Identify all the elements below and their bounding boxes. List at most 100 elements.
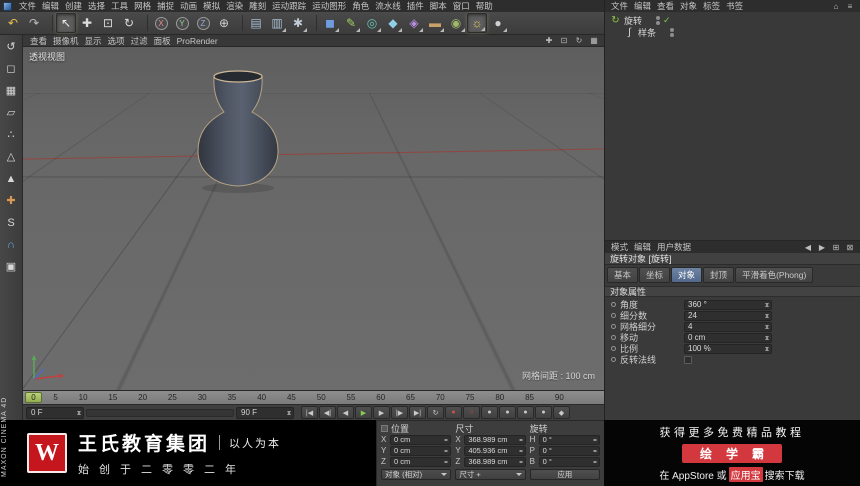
- menu-item[interactable]: 选择: [85, 0, 108, 12]
- add-light-icon[interactable]: ☼: [467, 13, 487, 33]
- toolbar-separator[interactable]: [237, 15, 243, 31]
- menu-item[interactable]: 动画: [177, 0, 200, 12]
- record-parameter-button[interactable]: ●: [535, 406, 552, 419]
- attribute-section-header[interactable]: 对象属性: [605, 286, 860, 297]
- rotation-value-field[interactable]: 0 °: [538, 434, 600, 445]
- viewport-menu-item[interactable]: 查看: [27, 35, 50, 47]
- timeline-scrubber[interactable]: 0: [25, 392, 42, 403]
- object-manager-menu-item[interactable]: 文件: [608, 0, 631, 12]
- record-keyframe-button[interactable]: ●: [445, 406, 462, 419]
- om-home-icon[interactable]: ⌂: [831, 2, 841, 11]
- redo-icon[interactable]: ↷: [24, 13, 44, 33]
- make-editable-icon[interactable]: ↺: [2, 37, 21, 56]
- object-manager-menu-item[interactable]: 查看: [654, 0, 677, 12]
- viewport-menu-item[interactable]: 摄像机: [50, 35, 82, 47]
- viewport-label[interactable]: 透视视图: [29, 50, 65, 63]
- menu-item[interactable]: 工具: [108, 0, 131, 12]
- record-scale-button[interactable]: ●: [499, 406, 516, 419]
- menu-item[interactable]: 窗口: [450, 0, 473, 12]
- om-menu-icon[interactable]: ≡: [845, 2, 855, 11]
- add-spline-icon[interactable]: ✎: [341, 13, 361, 33]
- size-mode-dropdown[interactable]: 尺寸 +: [455, 469, 526, 480]
- goto-end-button[interactable]: ▶|: [409, 406, 426, 419]
- menu-item[interactable]: 运动跟踪: [269, 0, 309, 12]
- toggle-view-icon[interactable]: ▦: [588, 35, 600, 46]
- start-frame-field[interactable]: 0 F: [26, 406, 84, 419]
- app-logo-icon[interactable]: [3, 1, 12, 11]
- attribute-tab[interactable]: 基本: [607, 267, 639, 283]
- toolbar-separator[interactable]: [311, 15, 317, 31]
- coordinate-mode-dropdown[interactable]: 对象 (相对): [381, 469, 452, 480]
- goto-start-button[interactable]: |◀: [301, 406, 318, 419]
- attribute-tab[interactable]: 平滑着色(Phong): [735, 267, 814, 283]
- polygons-mode-icon[interactable]: ▲: [2, 169, 21, 188]
- add-deformer-icon[interactable]: ◈: [404, 13, 424, 33]
- attribute-value-field[interactable]: 100 %: [684, 343, 772, 354]
- snap-icon[interactable]: ∩: [2, 235, 21, 254]
- coordinate-system-icon[interactable]: ⊕: [214, 13, 234, 33]
- add-modeling-icon[interactable]: ◆: [383, 13, 403, 33]
- menu-item[interactable]: 创建: [62, 0, 85, 12]
- timeline-ruler[interactable]: 051015202530354045505560657075808590 0: [23, 390, 604, 404]
- power-slider[interactable]: [86, 408, 234, 417]
- anim-dot-icon[interactable]: [611, 346, 616, 351]
- attribute-menu-item[interactable]: 模式: [608, 241, 631, 253]
- menu-item[interactable]: 雕刻: [246, 0, 269, 12]
- anim-dot-icon[interactable]: [611, 357, 616, 362]
- edges-mode-icon[interactable]: △: [2, 147, 21, 166]
- add-material-icon[interactable]: ●: [488, 13, 508, 33]
- rotation-value-field[interactable]: 0 °: [538, 456, 600, 467]
- visibility-dots-icon[interactable]: [669, 28, 674, 37]
- attribute-value-field[interactable]: 4: [684, 321, 772, 332]
- prev-frame-button[interactable]: ◀: [337, 406, 354, 419]
- menu-item[interactable]: 模拟: [200, 0, 223, 12]
- x-lock-icon[interactable]: X: [151, 13, 171, 33]
- add-cube-icon[interactable]: ◼: [320, 13, 340, 33]
- scale-icon[interactable]: ⊡: [98, 13, 118, 33]
- menu-item[interactable]: 编辑: [39, 0, 62, 12]
- render-picture-viewer-icon[interactable]: ▥: [267, 13, 287, 33]
- attribute-tab[interactable]: 对象: [671, 267, 703, 283]
- anim-dot-icon[interactable]: [611, 335, 616, 340]
- menu-item[interactable]: 网格: [131, 0, 154, 12]
- menu-item[interactable]: 脚本: [427, 0, 450, 12]
- menu-item[interactable]: 捕捉: [154, 0, 177, 12]
- position-value-field[interactable]: 0 cm: [390, 434, 452, 445]
- object-row-lathe[interactable]: ↻ 旋转: [605, 14, 860, 26]
- live-selection-icon[interactable]: ↖: [56, 13, 76, 33]
- rotate-view-icon[interactable]: ↻: [573, 35, 585, 46]
- position-value-field[interactable]: 0 cm: [390, 456, 452, 467]
- workplane-mode-icon[interactable]: ▱: [2, 103, 21, 122]
- attribute-menu-item[interactable]: 用户数据: [654, 241, 694, 253]
- move-icon[interactable]: ✚: [77, 13, 97, 33]
- render-settings-icon[interactable]: ✱: [288, 13, 308, 33]
- menu-item[interactable]: 文件: [16, 0, 39, 12]
- object-name[interactable]: 样条: [638, 26, 656, 39]
- lock-workplane-icon[interactable]: ▣: [2, 257, 21, 276]
- solo-mode-icon[interactable]: S: [2, 213, 21, 232]
- am-back-icon[interactable]: ◀: [803, 243, 813, 252]
- apply-button[interactable]: 应用: [529, 469, 600, 480]
- lathe-object[interactable]: [179, 69, 297, 195]
- position-value-field[interactable]: 0 cm: [390, 445, 452, 456]
- end-frame-field[interactable]: 90 F: [236, 406, 294, 419]
- autokey-button[interactable]: ○: [463, 406, 480, 419]
- anim-dot-icon[interactable]: [611, 313, 616, 318]
- z-lock-icon[interactable]: Z: [193, 13, 213, 33]
- attribute-tab[interactable]: 坐标: [639, 267, 671, 283]
- object-manager-menu-item[interactable]: 对象: [677, 0, 700, 12]
- object-row-spline[interactable]: ∫ 样条: [605, 26, 860, 38]
- pan-view-icon[interactable]: ✚: [543, 35, 555, 46]
- viewport-menu-item[interactable]: ProRender: [174, 35, 221, 47]
- record-rotation-button[interactable]: ●: [517, 406, 534, 419]
- anim-dot-icon[interactable]: [611, 324, 616, 329]
- size-value-field[interactable]: 368.989 cm: [464, 456, 526, 467]
- add-environment-icon[interactable]: ▬: [425, 13, 445, 33]
- attribute-value-field[interactable]: 0 cm: [684, 332, 772, 343]
- texture-mode-icon[interactable]: ▦: [2, 81, 21, 100]
- zoom-view-icon[interactable]: ⊡: [558, 35, 570, 46]
- render-view-icon[interactable]: ▤: [246, 13, 266, 33]
- axis-mode-icon[interactable]: ✚: [2, 191, 21, 210]
- viewport-menu-item[interactable]: 显示: [82, 35, 105, 47]
- menu-item[interactable]: 帮助: [473, 0, 496, 12]
